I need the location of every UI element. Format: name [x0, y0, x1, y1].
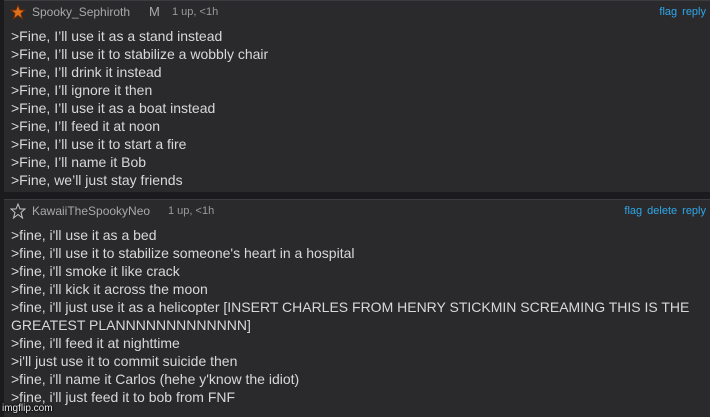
comment-line: >Fine, I’ll use it as a boat instead [11, 100, 216, 116]
comment-header: KawaiiTheSpookyNeo 1 up, <1h flag delete r… [4, 200, 710, 222]
comment-body: >fine, i'll use it as a bed >fine, i'll … [4, 222, 710, 406]
comment-1: Spooky_Sephiroth M 1 up, <1h flag reply >… [4, 0, 710, 192]
comment-2: KawaiiTheSpookyNeo 1 up, <1h flag delete r… [4, 199, 710, 417]
comment-line: >Fine, I’ll use it to start a fire [11, 136, 187, 152]
user-flair: M [149, 4, 160, 19]
comment-line: >fine, i'll just feed it to bob from FNF [11, 389, 236, 405]
flag-link[interactable]: flag [624, 205, 642, 217]
comment-line: >fine, i'll just use it as a helicopter … [11, 299, 690, 333]
orange-star-icon[interactable] [10, 4, 26, 20]
comment-line: >Fine, I’ll feed it at noon [11, 118, 161, 134]
username[interactable]: KawaiiTheSpookyNeo [32, 204, 150, 218]
comment-meta: 1 up, <1h [172, 6, 219, 18]
comment-line: >Fine, we’ll just stay friends [11, 172, 183, 188]
comment-line: >fine, i'll name it Carlos (hehe y'know … [11, 371, 300, 387]
comment-line: >fine, i'll use it to stabilize someone'… [11, 245, 355, 261]
comment-actions: flag reply [654, 6, 706, 18]
comment-line: >Fine, I’ll drink it instead [11, 64, 162, 80]
reply-link[interactable]: reply [682, 205, 706, 217]
comment-line: >fine, i'll feed it at nighttime [11, 335, 180, 351]
comment-header: Spooky_Sephiroth M 1 up, <1h flag reply [4, 1, 710, 23]
delete-link[interactable]: delete [647, 205, 677, 217]
flag-link[interactable]: flag [659, 6, 677, 18]
outline-star-icon[interactable] [10, 203, 26, 219]
comment-line: >fine, i'll use it as a bed [11, 227, 157, 243]
imgflip-watermark: imgflip.com [2, 403, 53, 414]
comment-line: >Fine, I’ll use it as a stand instead [11, 28, 223, 44]
comment-line: >Fine, I’ll use it to stabilize a wobbly… [11, 46, 269, 62]
reply-link[interactable]: reply [682, 6, 706, 18]
comment-line: >fine, i'll kick it across the moon [11, 281, 208, 297]
username[interactable]: Spooky_Sephiroth [32, 5, 130, 19]
comment-body: >Fine, I’ll use it as a stand instead >F… [4, 23, 710, 189]
comment-line: >Fine, I’ll ignore it then [11, 82, 153, 98]
comment-meta: 1 up, <1h [168, 205, 215, 217]
comment-line: >i'll just use it to commit suicide then [11, 353, 238, 369]
comment-line: >fine, i'll smoke it like crack [11, 263, 180, 279]
comment-line: >Fine, I’ll name it Bob [11, 154, 147, 170]
comment-actions: flag delete reply [619, 205, 706, 217]
